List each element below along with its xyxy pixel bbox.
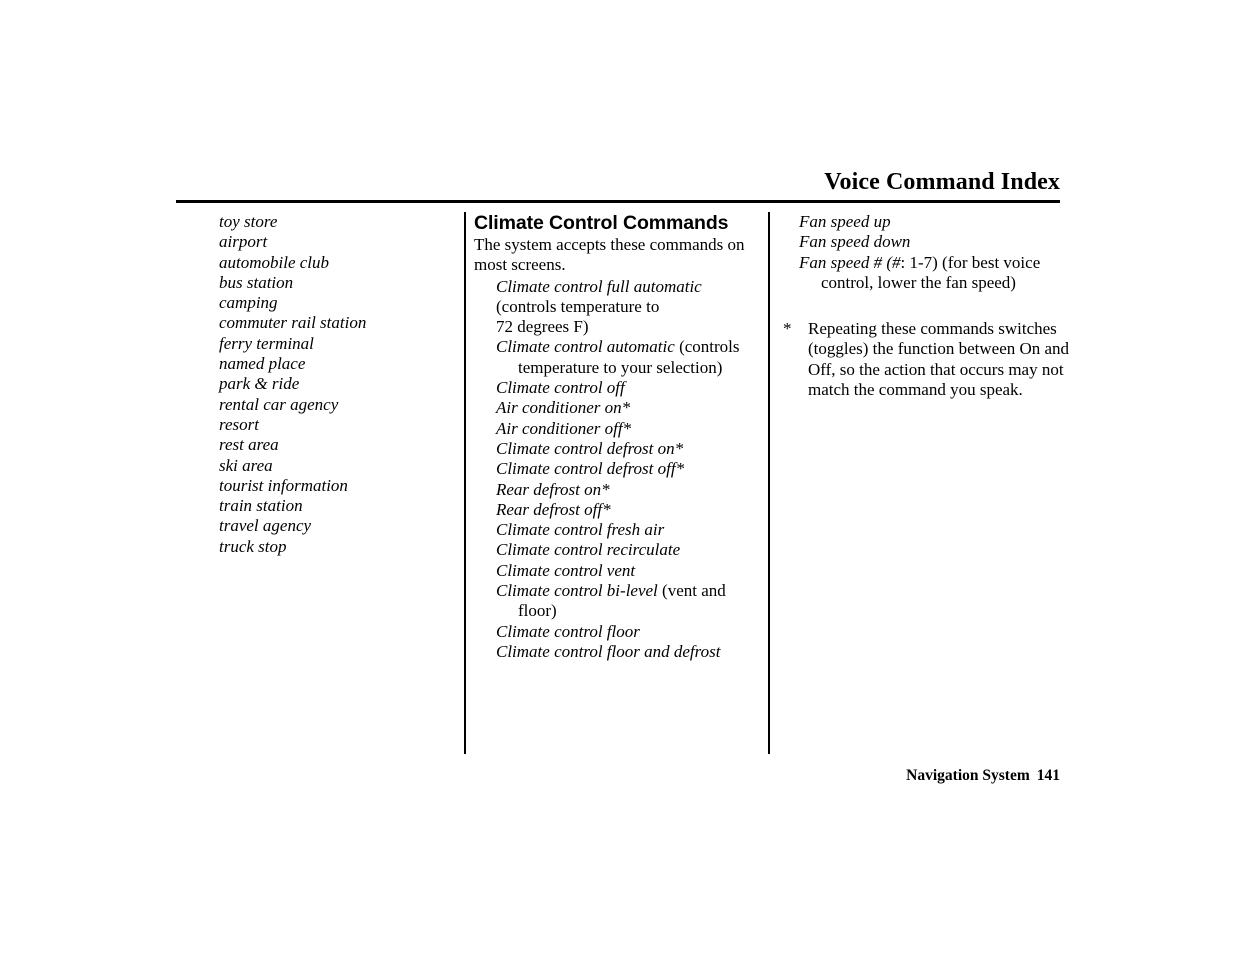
voice-command-text: Climate control defrost on* [496,438,684,458]
place-category-list: toy store airport automobile club bus stati… [219,212,455,557]
list-item: train station [219,496,303,516]
list-item: Climate control recirculate [496,540,759,560]
voice-command-text: Climate control defrost off* [496,459,685,479]
list-item: Climate control floor [496,622,759,642]
list-item: Climate control defrost on* [496,439,759,459]
page-title: Voice Command Index [824,169,1060,195]
voice-command-text: Air conditioner on* [496,398,631,418]
asterisk-footnote: * Repeating these commands switches (tog… [783,319,1073,400]
voice-command-text: Climate control recirculate [496,540,681,560]
list-item: Fan speed up [799,212,1073,232]
list-item: ski area [219,455,273,475]
column-divider-right [768,212,770,754]
voice-command-text: Climate control floor and defrost [496,641,721,661]
footer-book-title: Navigation System [906,767,1030,784]
climate-command-list: Climate control full automatic (controls … [474,277,759,663]
voice-command-text: Climate control fresh air [496,520,665,540]
voice-command-note: 72 degrees F) [496,317,589,337]
climate-control-intro: The system accepts these commands on mos… [474,235,745,275]
manual-page: Voice Command Index toy store airport auto… [0,0,1235,954]
list-item: rental car agency [219,394,339,414]
list-item: ferry terminal [219,333,314,353]
voice-command-text: Climate control off [496,378,625,398]
voice-command-text: Rear defrost on* [496,479,610,499]
list-item: Fan speed # (#: 1-7) (for best voice con… [799,253,1073,294]
list-item: rest area [219,435,279,455]
list-item: Climate control off [496,378,759,398]
page-footer: Navigation System 141 [176,766,1060,785]
list-item: tourist information [219,475,348,495]
list-item: Rear defrost on* [496,480,759,500]
list-item: Air conditioner off* [496,419,759,439]
list-item: Climate control full automatic (controls … [496,277,759,338]
list-item: commuter rail station [219,313,367,333]
list-item: Climate control bi-level (vent and floor… [496,581,759,622]
voice-command-text: Climate control automatic [496,337,675,357]
footnote-text: Repeating these commands switches (toggl… [808,319,1070,400]
voice-command-text: Rear defrost off* [496,499,611,519]
list-item: Climate control fresh air [496,520,759,540]
list-item: park & ride [219,374,300,394]
voice-command-text: Climate control floor [496,621,640,641]
list-item: Fan speed down [799,232,1073,252]
voice-command-text: Fan speed # (# [799,252,901,272]
column-place-categories: toy store airport automobile club bus stati… [219,212,455,557]
list-item: Climate control floor and defrost [496,642,759,662]
list-item: Climate control automatic (controls temp… [496,337,759,378]
list-item: named place [219,354,306,374]
voice-command-text: Climate control vent [496,560,636,580]
list-item: truck stop [219,536,287,556]
voice-command-text: Fan speed down [799,232,911,252]
fan-speed-command-list: Fan speed up Fan speed down Fan speed # (#… [783,212,1073,293]
column-climate-control: Climate Control Commands The system acce… [474,212,759,662]
column-fan-speed: Fan speed up Fan speed down Fan speed # (#… [783,212,1073,400]
voice-command-text: Fan speed up [799,212,891,231]
list-item: Climate control defrost off* [496,459,759,479]
list-item: resort [219,414,259,434]
footer-page-number: 141 [1036,767,1060,784]
list-item: travel agency [219,516,312,536]
footnote-marker: * [783,319,792,339]
voice-command-text: Air conditioner off* [496,418,632,438]
list-item: automobile club [219,252,330,272]
voice-command-note: (controls temperature to [496,296,660,316]
voice-command-text: Climate control bi-level [496,581,658,601]
list-item: airport [219,232,268,252]
list-item: Air conditioner on* [496,398,759,418]
list-item: Rear defrost off* [496,500,759,520]
header-rule [176,200,1060,203]
list-item: camping [219,293,278,313]
list-item: Climate control vent [496,561,759,581]
list-item: bus station [219,272,294,292]
list-item: toy store [219,212,278,231]
voice-command-text: Climate control full automatic [496,276,702,296]
column-divider-left [464,212,466,754]
section-heading-climate-control: Climate Control Commands [474,212,729,234]
